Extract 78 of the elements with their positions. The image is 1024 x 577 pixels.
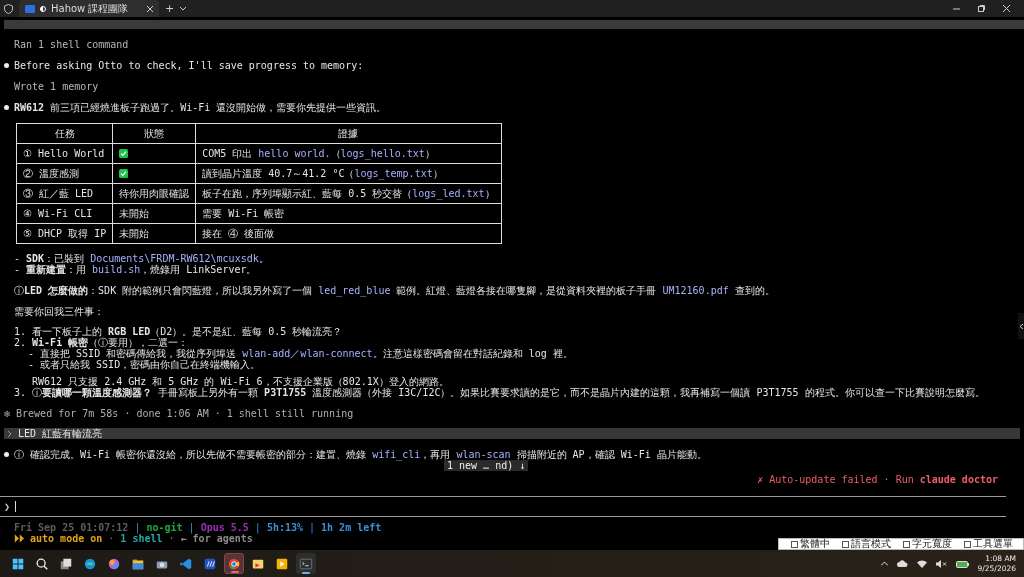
update-warning: ✗ Auto-update failed · Run claude doctor <box>756 474 998 485</box>
ime-icon <box>842 540 849 548</box>
table-cell: 未開始 <box>112 203 196 224</box>
cloud-icon[interactable] <box>896 560 908 567</box>
ime-button[interactable]: 字元寬度 <box>903 538 952 550</box>
list-item: - SDK：已裝到 Documents\FRDM-RW612\mcuxsdk。 <box>14 253 270 264</box>
code-editor-icon <box>179 556 193 571</box>
table-cell: ④ Wi-Fi CLI <box>16 203 113 224</box>
table-cell: ① Hello World <box>16 143 113 164</box>
windows-stack-icon <box>59 556 73 571</box>
table-cell: 接在 ④ 後面做 <box>195 223 502 244</box>
tool-summary: Ran 1 shell command <box>14 39 130 50</box>
user-message: LED 紅藍有輪流亮 <box>4 428 1020 439</box>
table-cell: 讀到晶片溫度 40.7～41.2 °C（logs_temp.txt） <box>195 163 502 184</box>
message-text: ⓘ 確認完成。Wi-Fi 帳密你還沒給，所以先做不需要帳密的部分：建置、燒錄 wifi_cli，再用 wlan-scan 掃描附近的 AP，確認 Wi-Fi 晶片能動。 <box>14 449 707 460</box>
ime-icon <box>903 540 910 548</box>
chrome-style-icon <box>227 556 241 571</box>
prompt-field[interactable]: ❯ <box>0 497 1024 516</box>
table-cell: 待你用肉眼確認 <box>112 183 196 204</box>
table-cell: ② 溫度感測 <box>16 163 113 184</box>
ime-button[interactable]: 工具選單 <box>964 538 1013 550</box>
browser-tab[interactable]: Hahow 課程團隊 <box>19 0 159 17</box>
ime-button[interactable]: 語言模式 <box>842 538 891 550</box>
wifi-icon[interactable] <box>916 559 927 568</box>
browser-icon <box>83 556 97 571</box>
close-icon[interactable] <box>147 5 153 12</box>
column-header: 證據 <box>195 123 502 144</box>
column-header: 任務 <box>16 123 113 144</box>
column-header: 狀態 <box>112 123 196 144</box>
list-item: 1. 看一下板子上的 RGB LED（D2）。是不是紅、藍每 0.5 秒輪流亮？ <box>14 326 344 337</box>
table-cell: 需要 Wi-Fi 帳密 <box>195 203 502 224</box>
chevron-left-icon[interactable] <box>1019 323 1023 329</box>
paragraph-text: 需要你回我三件事： <box>14 306 105 317</box>
grid-app-icon <box>203 556 217 571</box>
list-item: - 重新建置：用 build.sh，燒錄用 LinkServer。 <box>14 264 258 275</box>
minimize-icon[interactable] <box>953 5 960 12</box>
new-messages-pill[interactable]: 1 new … nd) ↓ <box>444 460 529 471</box>
table-cell: ③ 紅／藍 LED <box>16 183 113 204</box>
play-slide-icon <box>275 556 289 571</box>
bullet-icon <box>4 105 9 110</box>
table-cell: 未開始 <box>112 223 196 244</box>
muted-speaker-icon[interactable] <box>935 559 947 568</box>
half-circle-icon <box>40 5 46 12</box>
ime-icon <box>964 540 971 548</box>
ime-button[interactable]: 繁體中 <box>791 538 830 550</box>
bullet-icon <box>4 63 9 68</box>
bullet-icon <box>4 452 9 457</box>
table-cell: 板子在跑，序列埠顯示紅、藍每 0.5 秒交替（logs_led.txt） <box>195 183 502 204</box>
table-cell: COM5 印出 hello world.（logs_hello.txt） <box>195 143 502 164</box>
taskbar-app[interactable] <box>224 553 244 574</box>
table-cell: ⑤ DHCP 取得 IP <box>16 223 113 244</box>
status-text: ✻ Brewed for 7m 58s · done 1:06 AM · 1 shell still running <box>4 408 355 419</box>
close-icon[interactable] <box>1003 5 1010 12</box>
search-icon <box>35 556 49 571</box>
taskbar-app[interactable] <box>296 553 316 574</box>
tool-summary: Wrote 1 memory <box>14 81 100 92</box>
message-text: RW612 前三項已經燒進板子跑過了。Wi-Fi 還沒開始做，需要你先提供一些資訊。 <box>14 102 387 113</box>
note-text: RW612 只支援 2.4 GHz 和 5 GHz 的 Wi-Fi 6，不支援企業版（802.1X）登入的網路。 <box>32 376 450 387</box>
chevron-up-icon[interactable] <box>880 561 888 566</box>
list-item: - 直接把 SSID 和密碼傳給我，我從序列埠送 wlan-add／wlan-connect。注意這樣密碼會留在對話紀錄和 log 裡。 <box>28 348 574 359</box>
start-icon <box>11 556 25 571</box>
colorful-blob-icon <box>107 556 121 571</box>
app-icon <box>25 4 35 13</box>
shield-icon <box>4 3 13 14</box>
list-item: 2. Wi-Fi 帳密（ⓘ要用），二選一： <box>14 337 190 348</box>
chevron-icon <box>8 430 12 437</box>
terminal-icon <box>299 556 313 571</box>
list-item: 3. ⓘ要讀哪一顆溫度感測器？ 手冊寫板上另外有一顆 P3T1755 溫度感測器（外接 I3C/I2C）。如果比賽要求讀的是它，而不是晶片內建的這顆，我再補寫一個讀 P3T1755 的程式。你可以查一下比賽說明怎麼寫。 <box>14 387 986 398</box>
list-item: - 或者只給我 SSID，密碼由你自己在終端機輸入。 <box>28 359 261 370</box>
message-text: Before asking Otto to check, I'll save progress to memory: <box>14 60 364 71</box>
status-line: Fri Sep 25 01:07:12 | no-git | Opus 5.5 | 5h:13% | 1h 2m left <box>14 522 382 533</box>
restore-icon[interactable] <box>978 5 985 12</box>
new-tab-button[interactable]: + <box>165 2 175 15</box>
paragraph-text: ⓘLED 怎麼做的：SDK 附的範例只會閃藍燈，所以我另外寫了一個 led_red_blue 範例。紅燈、藍燈各接在哪隻腳，是從資料夾裡的板子手冊 UM12160.pdf 查到的。 <box>14 285 776 296</box>
battery-icon[interactable] <box>955 559 969 568</box>
mode-line: ⏵⏵ auto mode on · 1 shell · ← for agents <box>14 533 253 544</box>
dropdown-icon[interactable] <box>180 6 187 11</box>
ime-icon <box>791 540 798 548</box>
